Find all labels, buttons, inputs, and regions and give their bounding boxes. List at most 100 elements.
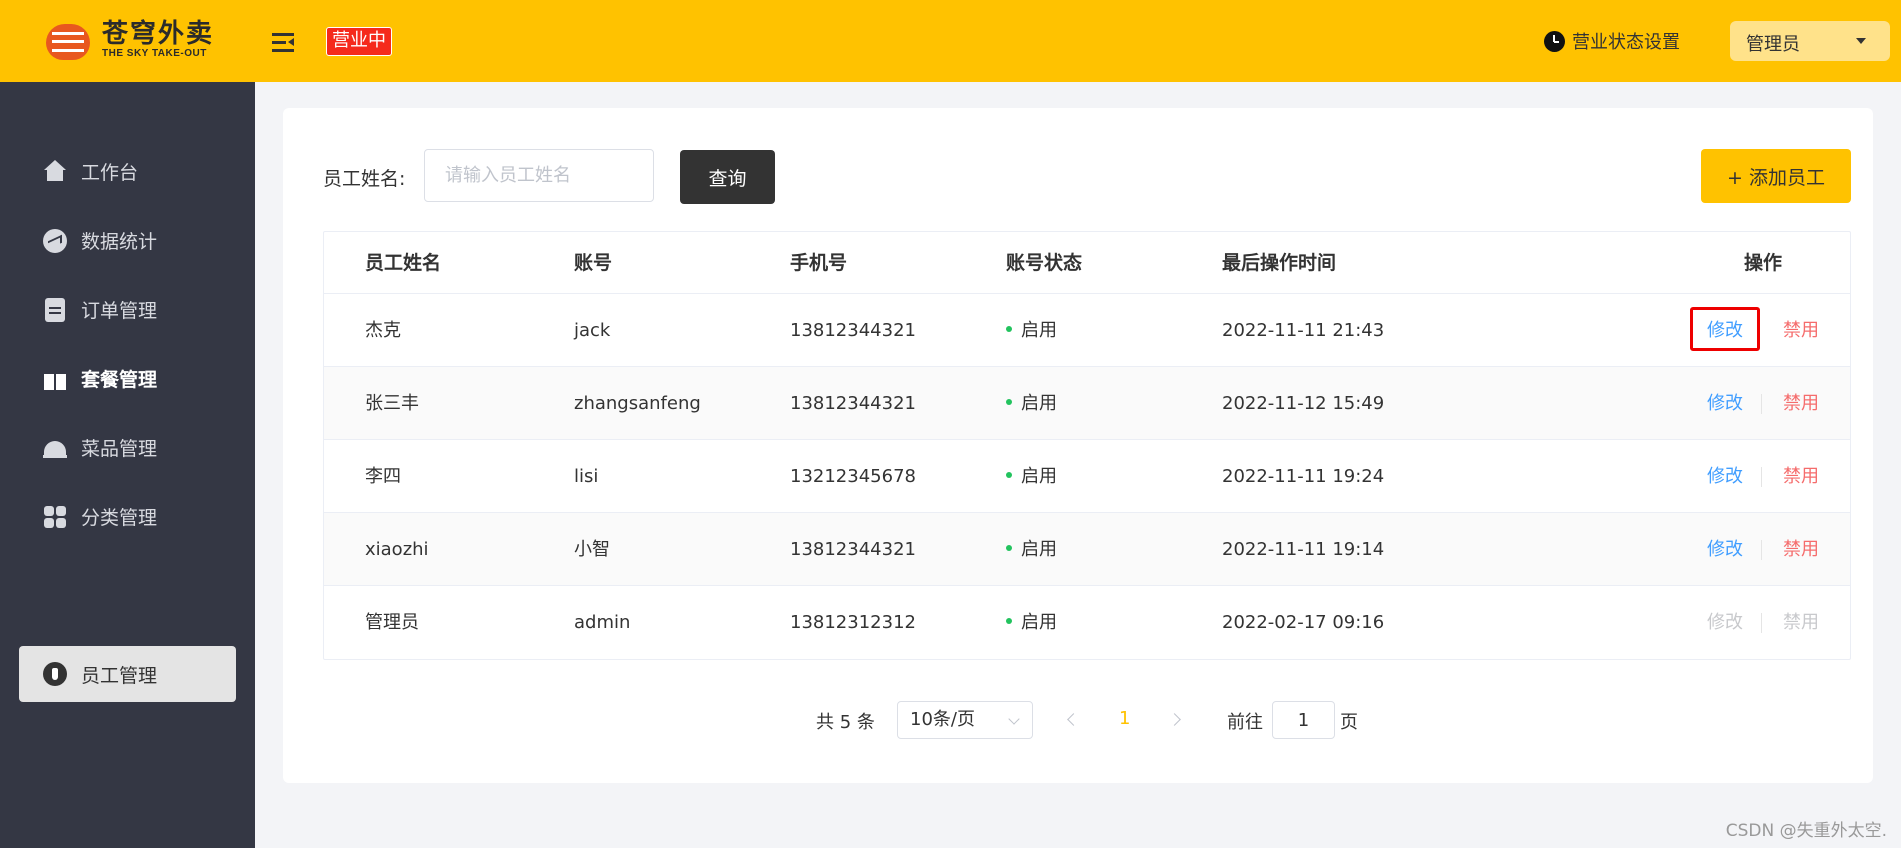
cell-account: 小智 <box>574 539 610 560</box>
column-header-status: 账号状态 <box>1006 252 1083 274</box>
disable-link[interactable]: 禁用 <box>1783 367 1819 440</box>
chevron-down-icon <box>1008 713 1020 725</box>
sidebar-item-employees[interactable]: 员工管理 <box>19 646 236 702</box>
watermark-text: CSDN @失重外太空. <box>1725 821 1887 841</box>
status-text: 启用 <box>1021 466 1057 487</box>
top-header: 苍穹外卖 THE SKY TAKE-OUT 营业中 营业状态设置 管理员 <box>0 0 1901 82</box>
clipboard-icon <box>45 297 65 322</box>
cell-name: 张三丰 <box>365 393 419 414</box>
business-status-setting-button[interactable]: 营业状态设置 <box>1544 28 1680 54</box>
sidebar-item-categories[interactable]: 分类管理 <box>19 488 236 545</box>
sidebar: 工作台 数据统计 订单管理 套餐管理 菜品管理 分类管理 员工管理 <box>0 82 255 848</box>
home-icon <box>43 159 67 184</box>
sidebar-item-label: 员工管理 <box>81 664 158 687</box>
chart-icon <box>43 228 67 253</box>
logo-subtitle: THE SKY TAKE-OUT <box>102 48 207 59</box>
caret-down-icon <box>1856 38 1866 44</box>
sidebar-item-label: 套餐管理 <box>81 369 158 391</box>
cell-name: xiaozhi <box>365 539 429 560</box>
status-text: 启用 <box>1021 393 1057 414</box>
disable-link[interactable]: 禁用 <box>1783 513 1819 586</box>
disable-link[interactable]: 禁用 <box>1783 440 1819 513</box>
search-label: 员工姓名: <box>323 168 406 190</box>
cell-name: 李四 <box>365 466 401 487</box>
goto-page-input[interactable] <box>1272 701 1335 739</box>
sidebar-item-label: 菜品管理 <box>81 438 158 460</box>
shop-status-badge: 营业中 <box>326 27 392 56</box>
employee-panel: 员工姓名: 查询 + 添加员工 员工姓名 账号 手机号 账号状态 最后操作时间 … <box>283 108 1873 783</box>
sidebar-item-dishes[interactable]: 菜品管理 <box>19 419 236 476</box>
cell-name: 杰克 <box>365 320 401 341</box>
table-row: 管理员 admin 13812312312 启用 2022-02-17 09:1… <box>324 586 1850 659</box>
dish-cover-icon <box>43 436 67 460</box>
table-header: 员工姓名 账号 手机号 账号状态 最后操作时间 操作 <box>324 232 1850 294</box>
column-header-account: 账号 <box>574 252 613 274</box>
page-size-select[interactable]: 10条/页 <box>897 701 1033 739</box>
cell-name: 管理员 <box>365 612 419 633</box>
employee-tie-icon <box>43 662 67 686</box>
cell-phone: 13212345678 <box>790 466 916 487</box>
edit-link[interactable]: 修改 <box>1707 294 1743 367</box>
sidebar-item-statistics[interactable]: 数据统计 <box>19 212 236 269</box>
add-employee-button[interactable]: + 添加员工 <box>1701 149 1851 203</box>
table-row: 李四 lisi 13212345678 启用 2022-11-11 19:24 … <box>324 440 1850 513</box>
next-page-icon[interactable] <box>1168 713 1181 726</box>
action-divider <box>1761 540 1762 560</box>
status-text: 启用 <box>1021 320 1057 341</box>
disable-link[interactable]: 禁用 <box>1783 294 1819 367</box>
cell-phone: 13812344321 <box>790 393 916 414</box>
pagination-total: 共 5 条 <box>816 712 875 733</box>
clock-icon <box>1544 30 1565 52</box>
sidebar-item-label: 订单管理 <box>81 300 158 322</box>
edit-link[interactable]: 修改 <box>1707 367 1743 440</box>
sidebar-item-workbench[interactable]: 工作台 <box>19 143 236 200</box>
gift-icon <box>43 367 67 391</box>
edit-link[interactable]: 修改 <box>1707 513 1743 586</box>
user-dropdown[interactable]: 管理员 <box>1730 21 1890 61</box>
cell-phone: 13812344321 <box>790 539 916 560</box>
action-divider <box>1761 613 1762 633</box>
cell-account: admin <box>574 612 631 633</box>
pagination: 共 5 条 10条/页 1 前往 页 <box>283 701 1873 739</box>
column-header-last-operated: 最后操作时间 <box>1222 252 1337 274</box>
cell-status: 启用 <box>1006 367 1057 440</box>
status-text: 启用 <box>1021 612 1057 633</box>
cell-phone: 13812312312 <box>790 612 916 633</box>
page-suffix: 页 <box>1340 712 1358 733</box>
status-text: 启用 <box>1021 539 1057 560</box>
sidebar-item-label: 分类管理 <box>81 507 158 529</box>
cell-last-operated: 2022-11-11 19:14 <box>1222 539 1385 560</box>
cell-status: 启用 <box>1006 513 1057 586</box>
sidebar-item-setmeal[interactable]: 套餐管理 <box>19 350 236 407</box>
grid-icon <box>43 505 67 529</box>
menu-collapse-icon[interactable] <box>272 32 296 52</box>
page-number[interactable]: 1 <box>1119 708 1130 729</box>
column-header-actions: 操作 <box>1744 252 1783 274</box>
cell-account: lisi <box>574 466 599 487</box>
edit-link-disabled: 修改 <box>1707 612 1743 633</box>
column-header-phone: 手机号 <box>790 252 848 274</box>
cell-last-operated: 2022-11-11 19:24 <box>1222 466 1385 487</box>
edit-link[interactable]: 修改 <box>1707 440 1743 513</box>
logo-icon <box>44 18 96 62</box>
status-dot-icon <box>1006 472 1012 478</box>
cell-status: 启用 <box>1006 440 1057 513</box>
cell-account: zhangsanfeng <box>574 393 701 414</box>
app-logo: 苍穹外卖 THE SKY TAKE-OUT <box>44 18 214 62</box>
status-dot-icon <box>1006 399 1012 405</box>
cell-account: jack <box>574 320 611 341</box>
status-dot-icon <box>1006 545 1012 551</box>
cell-last-operated: 2022-11-11 21:43 <box>1222 320 1385 341</box>
query-button[interactable]: 查询 <box>680 150 775 204</box>
sidebar-item-label: 数据统计 <box>81 231 158 253</box>
table-row: xiaozhi 小智 13812344321 启用 2022-11-11 19:… <box>324 513 1850 586</box>
employee-name-search-input[interactable] <box>424 149 654 202</box>
prev-page-icon[interactable] <box>1067 713 1080 726</box>
logo-title: 苍穹外卖 <box>102 19 215 49</box>
sidebar-item-orders[interactable]: 订单管理 <box>19 281 236 338</box>
business-status-setting-label: 营业状态设置 <box>1572 32 1680 53</box>
cell-status: 启用 <box>1006 294 1057 367</box>
column-header-name: 员工姓名 <box>365 252 442 274</box>
cell-last-operated: 2022-02-17 09:16 <box>1222 612 1385 633</box>
cell-status: 启用 <box>1006 586 1057 659</box>
